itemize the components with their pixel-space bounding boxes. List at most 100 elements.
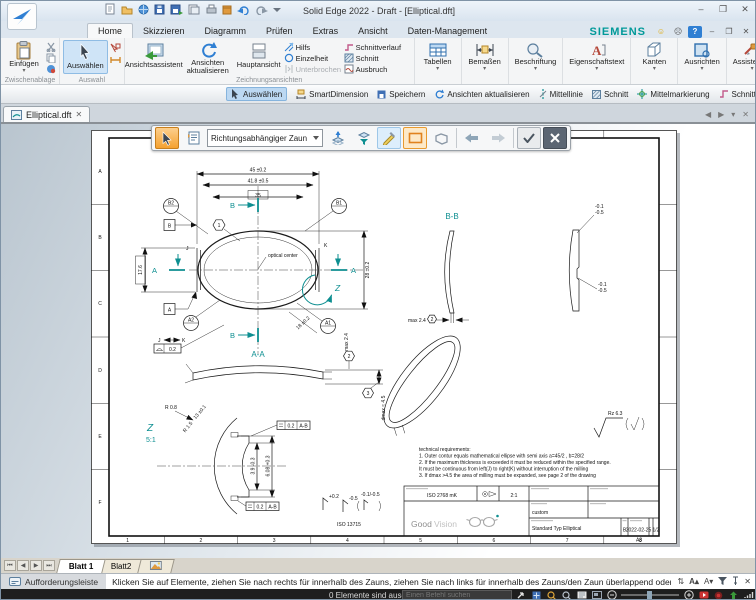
cut-icon[interactable] (46, 42, 56, 52)
principal-view-button[interactable]: Hauptansicht (236, 40, 282, 74)
pan-icon[interactable] (531, 590, 542, 600)
assistants-button[interactable]: Assistenten▾ (730, 40, 756, 74)
cmd-smartdimension[interactable]: SmartDimension (296, 89, 368, 99)
command-search-input[interactable] (402, 590, 512, 600)
tab-daten-management[interactable]: Daten-Management (398, 24, 498, 38)
document-tab-close-icon[interactable]: ✕ (76, 110, 83, 119)
sheet-tab-blatt1[interactable]: Blatt 1 (56, 559, 106, 573)
fence-hierarchy-button[interactable] (351, 127, 375, 149)
zoom-tool-icon[interactable] (561, 590, 572, 600)
first-sheet-icon[interactable]: ⏮ (4, 560, 16, 571)
cmd-mittellinie[interactable]: Mittellinie (539, 89, 583, 99)
last-sheet-icon[interactable]: ⏭ (43, 560, 55, 571)
tab-skizzieren[interactable]: Skizzieren (133, 24, 195, 38)
paste-button[interactable]: Einfügen▾ (4, 40, 44, 74)
align-button[interactable]: Ausrichten▾ (681, 40, 722, 74)
cmd-select[interactable]: Auswählen (226, 87, 287, 101)
prompt-close-icon[interactable]: ✕ (744, 577, 751, 586)
tab-scroll-left-icon[interactable]: ◀ (705, 110, 711, 119)
tab-extras[interactable]: Extras (303, 24, 349, 38)
cmd-mittelmarkierung[interactable]: Mittelmarkierung (637, 89, 709, 99)
print-icon[interactable] (205, 4, 217, 15)
doc-close-icon[interactable]: ✕ (739, 26, 753, 38)
fence-rectangle-button[interactable] (403, 127, 427, 149)
send-frown-icon[interactable]: ☹ (671, 26, 685, 38)
redo-icon[interactable] (255, 4, 268, 15)
upload-icon[interactable] (728, 590, 739, 600)
fence-quickpick-button[interactable] (377, 127, 401, 149)
broken-out-button[interactable]: Ausbruch (344, 64, 408, 74)
drawing-viewport[interactable]: 1 2 3 4 5 6 7 8 A B C D E F (1, 122, 756, 558)
update-views-button[interactable]: Ansichten aktualisieren (182, 40, 234, 74)
tab-close-icon[interactable]: ✕ (742, 110, 749, 119)
network-signal-icon[interactable] (743, 590, 754, 600)
font-decrease-icon[interactable]: A▾ (704, 577, 713, 586)
cmd-schnittverlauf[interactable]: Schnittverlauf (719, 89, 756, 99)
edges-button[interactable]: Kanten▾ (634, 40, 674, 74)
minimize-icon[interactable]: – (693, 3, 709, 16)
video-icon[interactable] (698, 590, 709, 600)
library-icon[interactable] (222, 4, 232, 15)
property-text-button[interactable]: A Eigenschaftstext▾ (566, 40, 627, 74)
cmd-ansichten-aktualisieren[interactable]: Ansichten aktualisieren (434, 89, 529, 99)
fence-cancel-button[interactable] (543, 127, 567, 149)
tab-home[interactable]: Home (87, 23, 133, 38)
copy-icon[interactable] (46, 53, 56, 63)
tab-scroll-right-icon[interactable]: ▶ (718, 110, 724, 119)
document-tab-elliptical[interactable]: Elliptical.dft ✕ (3, 106, 90, 122)
zoom-out-icon[interactable] (606, 590, 617, 600)
fence-options-button[interactable] (181, 127, 205, 149)
section-button[interactable]: Schnitt (344, 53, 408, 63)
select-button[interactable]: Auswählen (63, 40, 108, 74)
tables-button[interactable]: Tabellen▾ (418, 40, 458, 74)
fit-view-icon[interactable] (516, 590, 527, 600)
drawing-sheet[interactable]: 1 2 3 4 5 6 7 8 A B C D E F (91, 130, 677, 544)
send-smile-icon[interactable]: ☺ (654, 26, 668, 38)
tab-pruefen[interactable]: Prüfen (256, 24, 303, 38)
doc-minimize-icon[interactable]: – (705, 26, 719, 38)
fence-back-button[interactable] (460, 127, 484, 149)
fence-mode-select[interactable]: Richtungsabhängiger Zaun (207, 129, 323, 147)
help-icon[interactable]: ? (688, 26, 702, 38)
select-options-icon[interactable] (110, 42, 121, 53)
next-sheet-icon[interactable]: ▶ (30, 560, 42, 571)
fence-select-button[interactable] (155, 127, 179, 149)
prompt-scroll-icon[interactable]: ⇅ (677, 577, 684, 586)
fence-accept-button[interactable] (517, 127, 541, 149)
prev-sheet-icon[interactable]: ◀ (17, 560, 29, 571)
zoom-in-icon[interactable] (683, 590, 694, 600)
cmd-speichern[interactable]: Speichern (377, 90, 425, 99)
dimension-button[interactable]: Bemaßen▾ (465, 40, 505, 74)
print-preview-icon[interactable] (188, 4, 200, 15)
save-icon[interactable] (154, 4, 165, 15)
fence-top-level-button[interactable] (325, 127, 349, 149)
restore-icon[interactable]: ❐ (715, 3, 731, 16)
font-increase-icon[interactable]: A▴ (689, 577, 699, 586)
open-web-icon[interactable] (138, 4, 149, 15)
window-view-icon[interactable] (591, 590, 602, 600)
tab-diagramm[interactable]: Diagramm (195, 24, 257, 38)
doc-restore-icon[interactable]: ❐ (722, 26, 736, 38)
select-connector-icon[interactable] (110, 54, 121, 65)
zoom-area-icon[interactable] (546, 590, 557, 600)
fence-forward-button[interactable] (486, 127, 510, 149)
prompt-filter-icon[interactable] (718, 577, 727, 587)
save-as-icon[interactable] (170, 4, 183, 15)
detail-view-button[interactable]: Einzelheit (284, 53, 342, 63)
new-document-icon[interactable] (105, 3, 116, 15)
cmd-schnitt[interactable]: Schnitt (592, 90, 628, 99)
tab-list-icon[interactable]: ▾ (731, 110, 735, 119)
qat-customize-icon[interactable] (273, 4, 281, 14)
tab-ansicht[interactable]: Ansicht (348, 24, 398, 38)
sheet-tab-background[interactable] (137, 559, 174, 573)
view-wizard-button[interactable]: Ansichtsassistent (128, 40, 180, 74)
zoom-slider-handle[interactable] (647, 591, 652, 599)
open-icon[interactable] (121, 4, 133, 15)
close-icon[interactable]: ✕ (737, 3, 753, 16)
pin-icon[interactable] (732, 576, 739, 587)
format-painter-icon[interactable] (46, 64, 56, 74)
auxiliary-view-button[interactable]: Hilfs (284, 42, 342, 52)
cutting-plane-button[interactable]: Schnittverlauf (344, 42, 408, 52)
zoom-slider[interactable] (621, 594, 679, 596)
sheet-view-icon[interactable] (576, 590, 587, 600)
